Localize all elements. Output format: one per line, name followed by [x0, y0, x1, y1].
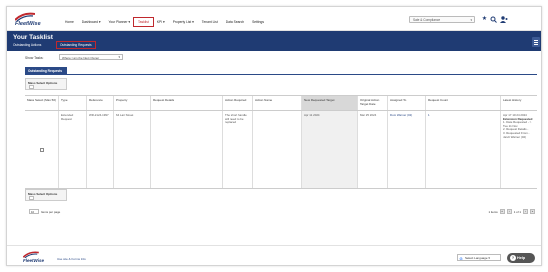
chevron-down-icon: ▾ — [470, 18, 472, 22]
search-icon[interactable] — [490, 16, 497, 23]
property-cell: 64 Lari Street — [114, 111, 151, 188]
first-page-button[interactable]: « — [499, 209, 505, 214]
google-translate-icon: G — [459, 255, 463, 261]
original-target-cell: Mar 25 2024 — [358, 111, 388, 188]
action-name-cell — [253, 111, 302, 188]
page-header: Your Tasklist Outstanding Actions Outsta… — [7, 31, 541, 51]
tab-divider — [25, 74, 537, 75]
brand-logo[interactable]: FleetWise — [15, 12, 49, 28]
scope-select-value: Sale & Compliance — [413, 18, 441, 22]
star-icon[interactable]: ★ — [481, 16, 488, 23]
column-header[interactable]: Action Required — [223, 96, 253, 110]
logo-swoosh-icon — [23, 251, 39, 258]
tab-outstanding-requests[interactable]: Outstanding Requests — [25, 67, 67, 74]
nav-kpi[interactable]: KPI ▾ — [153, 18, 169, 26]
footer-logo: FleetWise — [23, 251, 53, 265]
history-line: 3. Requested From - Jarvit Warner (02) — [503, 130, 530, 139]
question-icon: ? — [510, 255, 516, 261]
latest-history-cell: Apr 17 10:24 2024 Extension Requested 1.… — [501, 111, 537, 188]
items-count: 1 items — [488, 209, 498, 214]
column-header[interactable]: Original Action Target Date — [358, 96, 388, 110]
language-select-label: Select Language ▾ — [465, 256, 490, 260]
mass-select-options-bottom: Mass Select Options — [25, 189, 67, 201]
column-header[interactable]: Property — [114, 96, 151, 110]
row-select-cell — [25, 111, 59, 188]
subtab-outstanding-actions[interactable]: Outstanding Actions — [13, 43, 41, 47]
help-label: Help — [517, 256, 526, 260]
user-icon[interactable] — [500, 16, 508, 23]
nav-home[interactable]: Home — [61, 18, 78, 26]
terms-link[interactable]: Use site & Forms Info — [57, 257, 86, 261]
requests-table: Mass Select (Max 50) Type Reference Prop… — [25, 95, 537, 189]
nav-your-planner[interactable]: Your Planner ▾ — [105, 18, 135, 26]
reference-link[interactable]: WR-2124-1997 — [87, 111, 114, 188]
mass-select-options-top: Mass Select Options — [25, 78, 67, 90]
column-header[interactable]: Latest History — [501, 96, 537, 110]
show-tasks-select[interactable]: Where I am the Next Owner ▾ — [59, 54, 123, 60]
show-tasks-value: Where I am the Next Owner — [62, 56, 100, 60]
brand-name: FleetWise — [15, 21, 41, 27]
show-tasks-label: Show Tasks: — [25, 56, 44, 60]
hamburger-menu-icon[interactable] — [532, 37, 540, 47]
last-page-button[interactable]: » — [530, 209, 535, 214]
action-required-cell: The short handle will need to be replace… — [223, 111, 253, 188]
column-header-sorted[interactable]: New Requested Target — [302, 96, 358, 110]
type-cell: Extended Request — [59, 111, 87, 188]
mass-select-action-button[interactable] — [29, 85, 34, 89]
logo-swoosh-icon — [15, 12, 35, 21]
mass-select-action-button[interactable] — [29, 196, 34, 200]
request-count-link[interactable]: 1 — [426, 111, 501, 188]
column-header[interactable]: Request Count — [426, 96, 501, 110]
footer: FleetWise Use site & Forms Info G Select… — [7, 245, 541, 265]
column-header[interactable]: Assigned To — [388, 96, 426, 110]
footer-brand-name: FleetWise — [23, 258, 44, 263]
table-header: Mass Select (Max 50) Type Reference Prop… — [25, 95, 537, 111]
next-page-button[interactable]: › — [523, 209, 528, 214]
mass-select-label: Mass Select Options — [28, 191, 58, 196]
nav-dashboard[interactable]: Dashboard ▾ — [78, 18, 105, 26]
page-size-control: 10 Items per page — [29, 209, 60, 214]
assigned-to-link[interactable]: Dom Warner (02) — [388, 111, 426, 188]
language-select[interactable]: G Select Language ▾ — [457, 254, 501, 261]
items-per-page-label: Items per page — [41, 209, 61, 214]
prev-page-button[interactable]: ‹ — [506, 209, 512, 214]
page-size-select[interactable]: 10 — [29, 209, 39, 214]
new-target-cell: Apr 11 2024 — [302, 111, 358, 188]
row-checkbox[interactable] — [39, 148, 44, 152]
column-header[interactable]: Request Details — [151, 96, 223, 110]
column-header[interactable]: Mass Select (Max 50) — [25, 96, 59, 110]
mass-select-label: Mass Select Options — [28, 80, 58, 85]
table-row: Extended Request WR-2124-1997 64 Lari St… — [25, 111, 537, 189]
top-navigation: FleetWise Home Dashboard ▾ Your Planner … — [7, 7, 541, 31]
chevron-down-icon: ▾ — [118, 55, 120, 59]
column-header[interactable]: Action Name — [253, 96, 302, 110]
help-button[interactable]: ? Help — [507, 253, 535, 263]
request-details-cell — [151, 111, 223, 188]
nav-tenant-list[interactable]: Tenant List — [198, 18, 222, 26]
subtab-outstanding-requests[interactable]: Outstanding Requests — [56, 40, 96, 49]
nav-settings[interactable]: Settings — [248, 18, 268, 26]
nav-tasklist[interactable]: Tasklist — [133, 17, 154, 27]
scope-select[interactable]: Sale & Compliance ▾ — [409, 16, 475, 23]
column-header[interactable]: Reference — [87, 96, 114, 110]
page-title: Your Tasklist — [13, 34, 53, 41]
column-header[interactable]: Type — [59, 96, 87, 110]
app-window: FleetWise Home Dashboard ▾ Your Planner … — [6, 6, 542, 266]
main-nav: Home Dashboard ▾ Your Planner ▾ Tasklist… — [61, 17, 268, 27]
nav-data-search[interactable]: Data Search — [222, 18, 248, 26]
page-indicator: 1 of 1 — [513, 209, 521, 214]
nav-property-list[interactable]: Property List ▾ — [169, 18, 198, 26]
pagination: 1 items « ‹ 1 of 1 › » — [488, 209, 535, 214]
